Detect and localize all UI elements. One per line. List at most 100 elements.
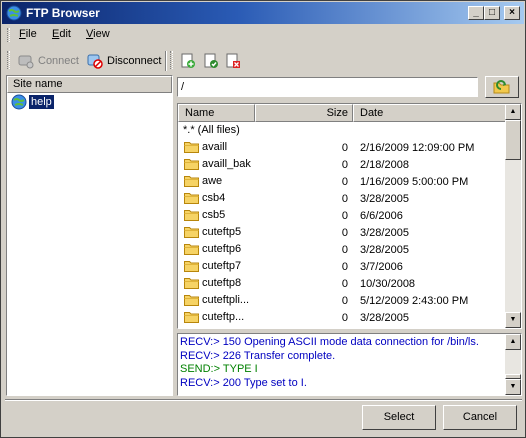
file-date: 5/12/2009 2:43:00 PM xyxy=(360,295,469,307)
folder-icon xyxy=(184,193,199,204)
file-date: 2/16/2009 12:09:00 PM xyxy=(360,142,475,154)
select-button[interactable]: Select xyxy=(362,405,436,430)
close-button[interactable]: × xyxy=(504,6,520,20)
file-size: 0 xyxy=(341,278,348,290)
toolbar: Connect Disconnect xyxy=(2,47,524,73)
file-name: csb4 xyxy=(202,192,226,204)
file-date: 6/6/2006 xyxy=(360,210,403,222)
toolbar-separator xyxy=(165,51,167,71)
folder-icon xyxy=(184,176,199,187)
folder-icon xyxy=(184,244,199,255)
file-date: 3/28/2005 xyxy=(360,244,409,256)
name-column-header[interactable]: Name xyxy=(178,104,255,122)
file-name: availl_bak xyxy=(202,158,251,170)
folder-icon xyxy=(184,159,199,170)
log-scrollbar[interactable]: ▲ ▼ xyxy=(505,334,521,395)
file-name: cuteftp... xyxy=(202,311,245,323)
file-date: 3/28/2005 xyxy=(360,227,409,239)
edit-site-button[interactable] xyxy=(203,50,219,72)
menu-file[interactable]: File xyxy=(19,28,37,40)
folder-icon xyxy=(184,261,199,272)
file-name: cuteftp8 xyxy=(202,277,242,289)
globe-icon xyxy=(11,94,27,110)
file-row[interactable]: cuteftp5 0 3/28/2005 xyxy=(178,224,506,241)
menu-view[interactable]: View xyxy=(86,28,110,40)
file-size: 0 xyxy=(341,193,348,205)
file-size: 0 xyxy=(341,176,348,188)
file-size: 0 xyxy=(341,312,348,324)
file-date: 3/28/2005 xyxy=(360,312,409,324)
site-item-label: help xyxy=(29,95,54,109)
add-site-icon xyxy=(181,53,195,68)
minimize-button[interactable]: _ xyxy=(468,6,484,20)
file-list-scrollbar[interactable]: ▲ ▼ xyxy=(505,104,521,328)
title-bar[interactable]: FTP Browser _ □ × xyxy=(2,2,524,24)
file-size: 0 xyxy=(341,295,348,307)
site-list[interactable]: Site name help xyxy=(6,75,173,396)
file-date: 3/28/2005 xyxy=(360,193,409,205)
folder-icon xyxy=(184,142,199,153)
file-size: 0 xyxy=(341,159,348,171)
folder-icon xyxy=(184,312,199,323)
bottom-divider xyxy=(5,399,522,401)
file-row[interactable]: cuteftp... 0 3/28/2005 xyxy=(178,309,506,326)
path-input[interactable] xyxy=(177,77,478,97)
size-column-header[interactable]: Size xyxy=(255,104,353,122)
edit-site-icon xyxy=(204,53,218,68)
log-line-recv: RECV:> 150 Opening ASCII mode data conne… xyxy=(180,336,479,348)
folder-icon xyxy=(184,227,199,238)
file-name: cuteftp6 xyxy=(202,243,242,255)
file-size: 0 xyxy=(341,227,348,239)
toolbar-grip-2[interactable] xyxy=(170,51,173,69)
scroll-down-button[interactable]: ▼ xyxy=(505,312,521,328)
scroll-up-button[interactable]: ▲ xyxy=(505,104,521,120)
file-row[interactable]: availl_bak 0 2/18/2008 xyxy=(178,156,506,173)
globe-app-icon xyxy=(6,5,22,21)
file-row[interactable]: cuteftp8 0 10/30/2008 xyxy=(178,275,506,292)
cancel-button[interactable]: Cancel xyxy=(443,405,517,430)
file-name: availl xyxy=(202,141,228,153)
folder-icon xyxy=(184,210,199,221)
log-panel[interactable]: RECV:> 150 Opening ASCII mode data conne… xyxy=(177,333,522,396)
folder-icon xyxy=(184,278,199,289)
file-row[interactable]: csb4 0 3/28/2005 xyxy=(178,190,506,207)
disconnect-icon xyxy=(87,54,103,69)
file-row[interactable]: cuteftp7 0 3/7/2006 xyxy=(178,258,506,275)
file-row[interactable]: cuteftp6 0 3/28/2005 xyxy=(178,241,506,258)
delete-site-icon xyxy=(226,53,240,68)
menu-edit[interactable]: Edit xyxy=(52,28,71,40)
file-row[interactable]: awe 0 1/16/2009 5:00:00 PM xyxy=(178,173,506,190)
scroll-thumb[interactable] xyxy=(505,120,521,160)
file-date: 1/16/2009 5:00:00 PM xyxy=(360,176,469,188)
menu-bar: File Edit View xyxy=(2,25,524,45)
open-folder-button[interactable] xyxy=(485,76,519,98)
file-row[interactable]: csb5 0 6/6/2006 xyxy=(178,207,506,224)
file-size: 0 xyxy=(341,210,348,222)
log-scroll-up-button[interactable]: ▲ xyxy=(505,334,521,350)
file-name: cuteftp7 xyxy=(202,260,242,272)
window-title: FTP Browser xyxy=(26,6,100,20)
file-name: csb5 xyxy=(202,209,226,221)
all-files-row[interactable]: *.* (All files) xyxy=(178,122,506,139)
file-name: cuteftpli... xyxy=(202,294,250,306)
file-date: 2/18/2008 xyxy=(360,159,409,171)
site-name-header[interactable]: Site name xyxy=(7,76,172,93)
log-scroll-down-button[interactable]: ▼ xyxy=(505,379,521,395)
log-line-send: SEND:> TYPE I xyxy=(180,363,258,375)
site-item-help[interactable]: help xyxy=(11,94,54,110)
file-row[interactable]: availl 0 2/16/2009 12:09:00 PM xyxy=(178,139,506,156)
file-size: 0 xyxy=(341,261,348,273)
add-site-button[interactable] xyxy=(180,50,196,72)
menu-grip[interactable] xyxy=(7,28,10,42)
connect-button[interactable]: Connect xyxy=(17,50,79,72)
file-list[interactable]: Name Size Date *.* (All files) availl 0 2/… xyxy=(177,103,522,329)
file-row[interactable]: cuteftpli... 0 5/12/2009 2:43:00 PM xyxy=(178,292,506,309)
date-column-header[interactable]: Date xyxy=(353,104,506,122)
toolbar-grip[interactable] xyxy=(7,51,10,69)
disconnect-button[interactable]: Disconnect xyxy=(86,50,161,72)
maximize-button[interactable]: □ xyxy=(484,6,500,20)
ftp-browser-window: FTP Browser _ □ × File Edit View Connect… xyxy=(0,0,526,438)
file-size: 0 xyxy=(341,244,348,256)
log-line-recv: RECV:> 226 Transfer complete. xyxy=(180,349,336,362)
delete-site-button[interactable] xyxy=(225,50,241,72)
